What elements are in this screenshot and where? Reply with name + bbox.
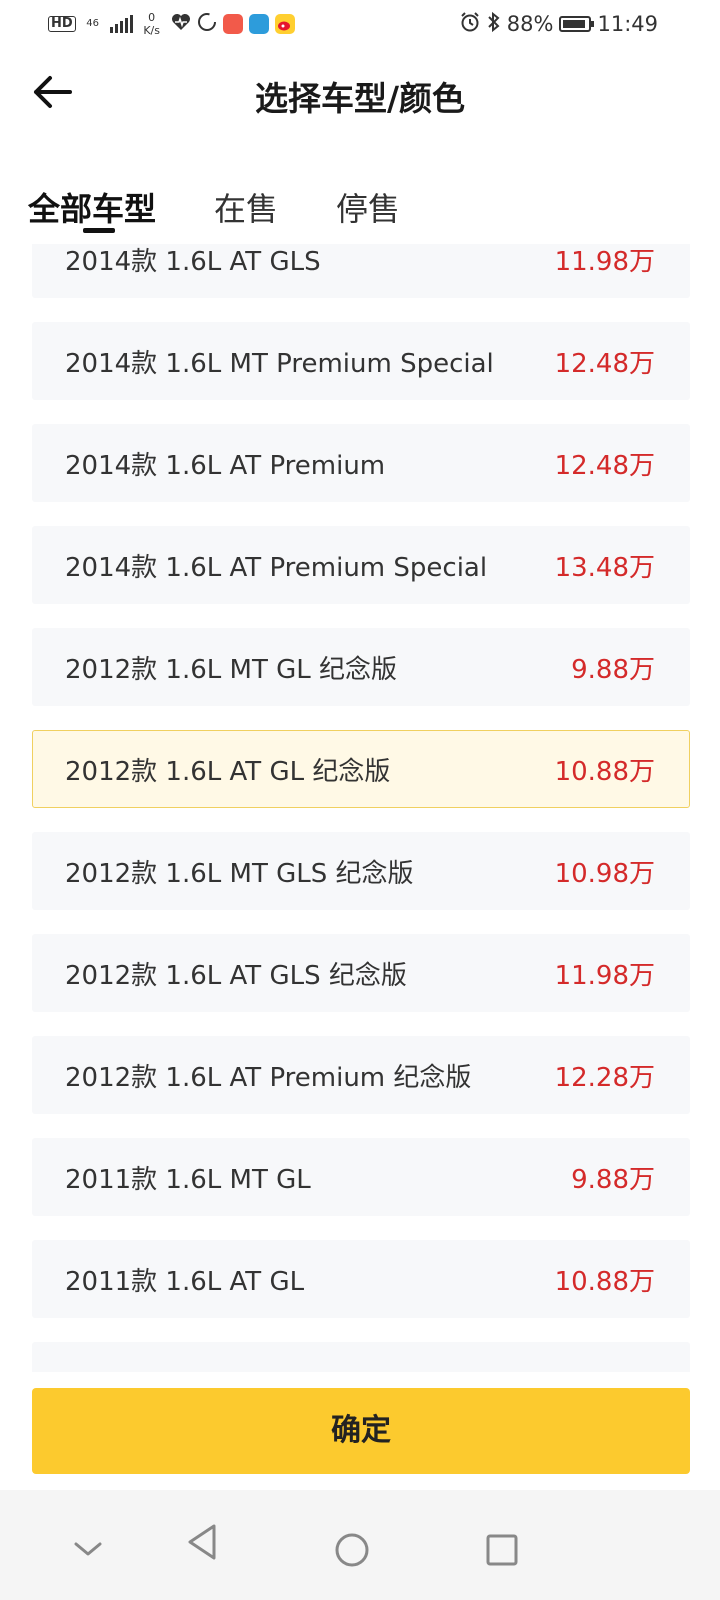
model-option[interactable]: 2012款 1.6L AT GL 纪念版 10.88万 (32, 730, 690, 808)
status-bar: HD 46 0 K/s 88% 11:49 (0, 0, 720, 48)
hd-indicator: HD (48, 16, 76, 32)
model-price: 10.98万 (554, 858, 655, 889)
model-price: 12.48万 (554, 450, 655, 481)
model-option-partial[interactable] (32, 1342, 690, 1372)
model-option[interactable]: 2014款 1.6L AT GLS 11.98万 (32, 244, 690, 298)
model-name: 2014款 1.6L AT Premium Special (65, 552, 488, 583)
network-type: 46 (86, 18, 100, 29)
model-option[interactable]: 2012款 1.6L AT Premium 纪念版 12.28万 (32, 1036, 690, 1114)
loading-icon (197, 12, 217, 36)
tab-all-models[interactable]: 全部车型 (28, 184, 156, 244)
page-title: 选择车型/颜色 (254, 79, 466, 118)
model-option[interactable]: 2014款 1.6L MT Premium Special 12.48万 (32, 322, 690, 400)
model-option[interactable]: 2012款 1.6L MT GLS 纪念版 10.98万 (32, 832, 690, 910)
model-name: 2012款 1.6L MT GLS 纪念版 (65, 858, 414, 889)
system-nav-bar (0, 1490, 720, 1600)
reader-app-icon (248, 14, 269, 34)
weibo-icon (274, 14, 295, 34)
model-price: 9.88万 (571, 1164, 655, 1195)
model-price: 10.88万 (554, 1266, 655, 1297)
network-speed-unit: K/s (143, 24, 160, 37)
model-price: 13.48万 (554, 552, 655, 583)
alarm-icon (459, 11, 481, 38)
bluetooth-icon (487, 11, 501, 38)
model-name: 2012款 1.6L AT GL 纪念版 (65, 756, 391, 787)
status-bar-right: 88% 11:49 (459, 8, 658, 40)
model-name: 2012款 1.6L AT Premium 纪念版 (65, 1062, 472, 1093)
model-name: 2012款 1.6L AT GLS 纪念版 (65, 960, 407, 991)
health-icon (171, 13, 191, 35)
confirm-button[interactable]: 确定 (32, 1388, 690, 1474)
model-name: 2014款 1.6L AT Premium (65, 450, 386, 481)
square-recent-icon (486, 1534, 518, 1566)
model-name: 2014款 1.6L AT GLS (65, 246, 321, 277)
model-price: 11.98万 (554, 960, 655, 991)
model-option[interactable]: 2011款 1.6L AT GL 10.88万 (32, 1240, 690, 1318)
nav-home-button[interactable] (322, 1512, 382, 1572)
model-option[interactable]: 2014款 1.6L AT Premium Special 13.48万 (32, 526, 690, 604)
chevron-down-icon (74, 1542, 102, 1556)
clock: 11:49 (597, 12, 658, 36)
model-option[interactable]: 2014款 1.6L AT Premium 12.48万 (32, 424, 690, 502)
model-option[interactable]: 2012款 1.6L AT GLS 纪念版 11.98万 (32, 934, 690, 1012)
network-speed: 0 K/s (139, 11, 165, 37)
model-name: 2012款 1.6L MT GL 纪念版 (65, 654, 398, 685)
model-name: 2011款 1.6L MT GL (65, 1164, 311, 1195)
status-bar-left: HD 46 0 K/s (48, 8, 295, 40)
model-name: 2011款 1.6L AT GL (65, 1266, 305, 1297)
model-price: 11.98万 (554, 246, 655, 277)
signal-icon (109, 15, 133, 33)
tab-on-sale[interactable]: 在售 (214, 184, 278, 244)
model-price: 12.28万 (554, 1062, 655, 1093)
model-list-viewport[interactable]: 2014款 1.6L AT GLS 11.98万 2014款 1.6L MT Pre… (0, 244, 720, 1372)
circle-home-icon (335, 1533, 369, 1567)
app-header: 选择车型/颜色 (0, 60, 720, 126)
model-name: 2014款 1.6L MT Premium Special (65, 348, 494, 379)
tab-discontinued[interactable]: 停售 (336, 184, 400, 244)
battery-percent: 88% (506, 12, 554, 36)
model-price: 12.48万 (554, 348, 655, 379)
battery-icon (559, 16, 595, 32)
active-tab-indicator (83, 228, 115, 233)
model-option[interactable]: 2011款 1.6L MT GL 9.88万 (32, 1138, 690, 1216)
nav-collapse-button[interactable] (58, 1512, 118, 1572)
triangle-back-icon (188, 1524, 216, 1560)
filter-tabs: 全部车型 在售 停售 (28, 184, 458, 244)
nav-recent-button[interactable] (472, 1512, 532, 1572)
model-price: 10.88万 (554, 756, 655, 787)
model-option[interactable]: 2012款 1.6L MT GL 纪念版 9.88万 (32, 628, 690, 706)
nav-back-button[interactable] (172, 1512, 232, 1572)
model-price: 9.88万 (571, 654, 655, 685)
network-speed-value: 0 (148, 11, 156, 24)
shopping-app-icon (222, 14, 243, 34)
model-list: 2014款 1.6L AT GLS 11.98万 2014款 1.6L MT Pre… (32, 244, 690, 1372)
